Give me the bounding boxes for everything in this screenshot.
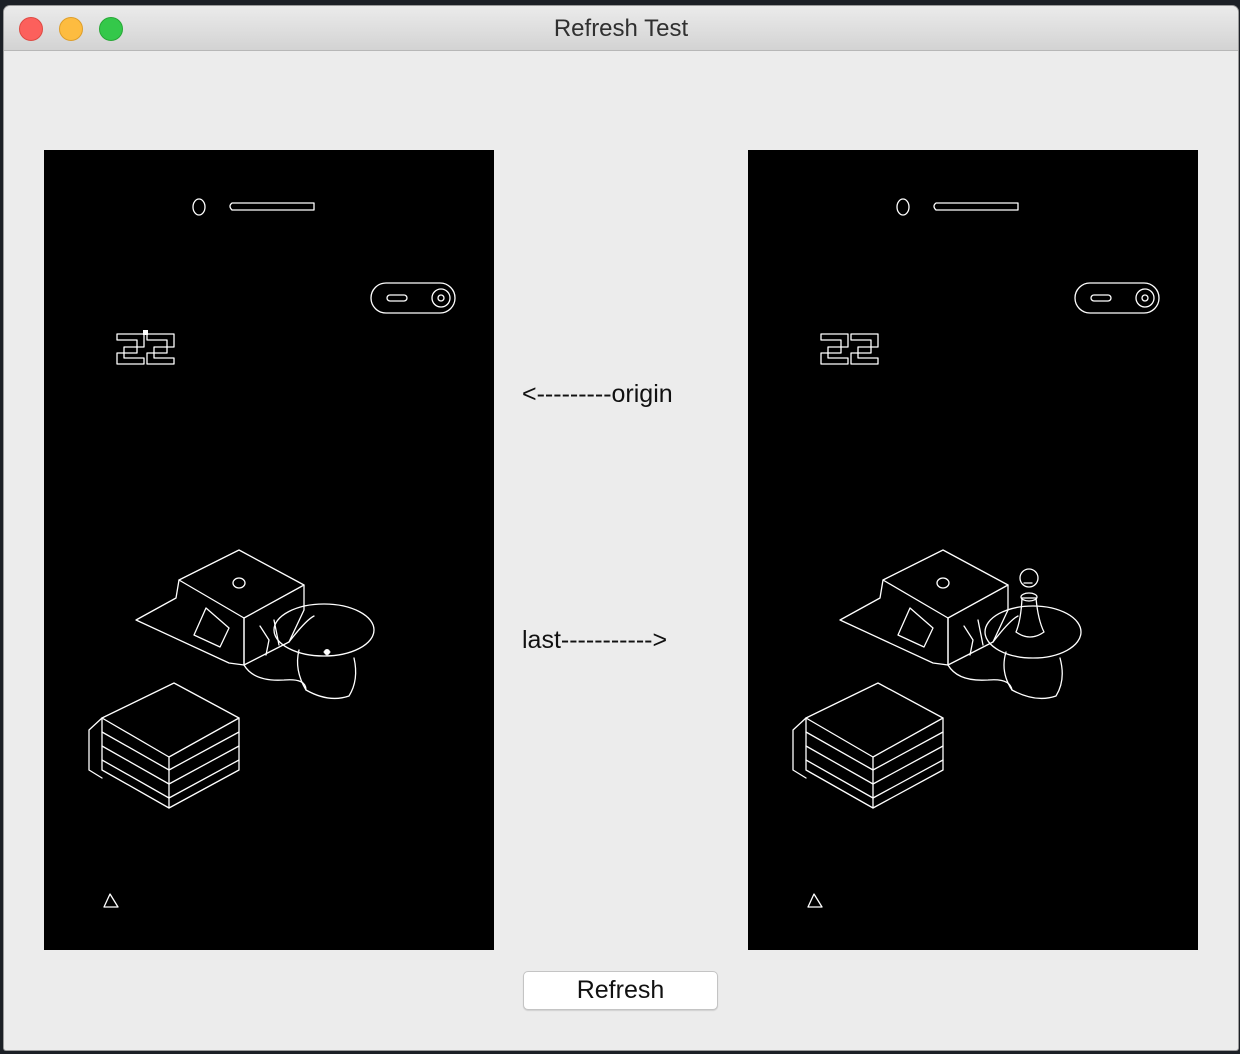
origin-edge-image [88, 198, 456, 908]
app-window: Refresh Test <---------origin last------… [4, 6, 1238, 1050]
round-platform [947, 605, 1082, 700]
title-bar[interactable]: Refresh Test [4, 6, 1238, 51]
origin-label: <---------origin [522, 380, 673, 408]
stack-of-plates [792, 682, 944, 809]
last-image [748, 150, 1198, 950]
last-edge-image [792, 198, 1160, 908]
triangle-marker [103, 893, 119, 908]
player-piece [1015, 568, 1045, 638]
origin-image [44, 150, 494, 950]
window-title: Refresh Test [553, 15, 689, 42]
hud-top-indicator [896, 198, 1019, 216]
last-label: last-----------> [522, 626, 668, 654]
score-number [820, 333, 879, 365]
score-number [116, 333, 175, 365]
stack-of-plates [88, 682, 240, 809]
pill-control [370, 282, 456, 314]
iso-block [839, 549, 1019, 666]
round-platform [243, 603, 375, 700]
refresh-button[interactable]: Refresh [523, 971, 718, 1010]
triangle-marker [807, 893, 823, 908]
hud-top-indicator [192, 198, 315, 216]
pill-control [1074, 282, 1160, 314]
